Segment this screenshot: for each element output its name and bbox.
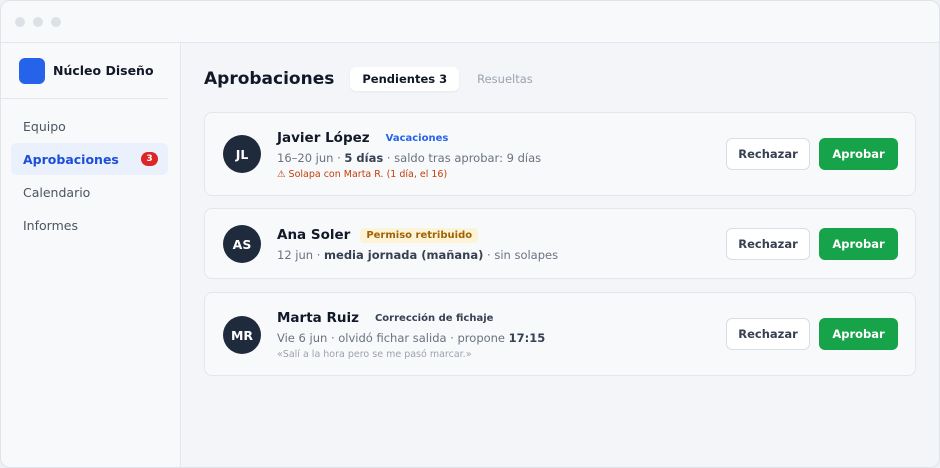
requester-name: Ana Soler [277,227,351,243]
reject-button[interactable]: Rechazar [726,318,810,350]
detail-text: 16–20 jun · [277,151,345,165]
sidebar-nav: Equipo Aprobaciones 3 Calendario Informe… [1,99,180,241]
page-title: Aprobaciones [204,69,335,89]
detail-text: 12 jun · [277,248,325,262]
request-detail: 16–20 jun · 5 días · saldo tras aprobar:… [277,151,541,167]
avatar: AS [223,225,261,263]
window-minimize-dot[interactable] [33,16,43,27]
pending-count-badge: 3 [141,152,158,166]
detail-text: · sin solapes [483,248,559,262]
reject-button[interactable]: Rechazar [726,138,810,170]
employee-comment: «Salí a la hora pero se me pasó marcar.» [277,349,472,360]
avatar: JL [223,135,261,173]
detail-text: Vie 6 jun · olvidó fichar salida · propo… [277,331,509,345]
avatar: MR [223,316,261,354]
detail-highlight: 17:15 [508,331,546,345]
sidebar-item-equipo[interactable]: Equipo [11,110,168,142]
overlap-warning: ⚠ Solapa con Marta R. (1 día, el 16) [277,169,448,180]
approve-button[interactable]: Aprobar [819,138,898,170]
sidebar-item-label: Informes [23,217,78,233]
sidebar-item-label: Aprobaciones [23,151,119,167]
main-content: Aprobaciones Pendientes 3 Resueltas JL J… [182,43,939,467]
requester-name: Javier López [277,130,370,146]
detail-highlight: media jornada (mañana) [324,248,484,262]
request-card: MR Marta Ruiz Corrección de fichaje Vie … [204,292,916,376]
detail-text: · saldo tras aprobar: 9 días [383,151,542,165]
sidebar-item-label: Equipo [23,118,66,134]
sidebar-item-label: Calendario [23,184,91,200]
approve-button[interactable]: Aprobar [819,228,898,260]
request-card: AS Ana Soler Permiso retribuido 12 jun ·… [204,208,916,279]
detail-highlight: 5 días [344,151,384,165]
brand-name: Núcleo Diseño [53,63,154,78]
window-close-dot[interactable] [15,16,25,27]
request-detail: 12 jun · media jornada (mañana) · sin so… [277,248,558,264]
approve-button[interactable]: Aprobar [819,318,898,350]
brand-logo-icon [19,57,45,84]
app-window: Núcleo Diseño Equipo Aprobaciones 3 Cale… [0,0,940,468]
request-type-tag: Corrección de fichaje [374,312,494,324]
request-info: Javier López Vacaciones 16–20 jun · 5 dí… [277,129,541,180]
sidebar-item-aprobaciones[interactable]: Aprobaciones 3 [11,143,168,175]
request-card: JL Javier López Vacaciones 16–20 jun · 5… [204,112,916,196]
request-info: Marta Ruiz Corrección de fichaje Vie 6 j… [277,309,545,360]
tab-resueltas[interactable]: Resueltas [465,67,545,91]
reject-button[interactable]: Rechazar [726,228,810,260]
window-titlebar [1,1,939,43]
request-info: Ana Soler Permiso retribuido 12 jun · me… [277,226,558,264]
request-detail: Vie 6 jun · olvidó fichar salida · propo… [277,331,545,347]
request-type-tag: Permiso retribuido [360,227,479,243]
sidebar-item-calendario[interactable]: Calendario [11,176,168,208]
requester-name: Marta Ruiz [277,310,359,326]
sidebar-item-informes[interactable]: Informes [11,209,168,241]
brand: Núcleo Diseño [1,43,168,99]
page-header: Aprobaciones Pendientes 3 Resueltas [204,67,551,91]
request-type-tag: Vacaciones [385,132,449,144]
window-maximize-dot[interactable] [51,16,61,27]
tab-pendientes[interactable]: Pendientes 3 [350,67,460,91]
sidebar: Núcleo Diseño Equipo Aprobaciones 3 Cale… [1,43,181,467]
